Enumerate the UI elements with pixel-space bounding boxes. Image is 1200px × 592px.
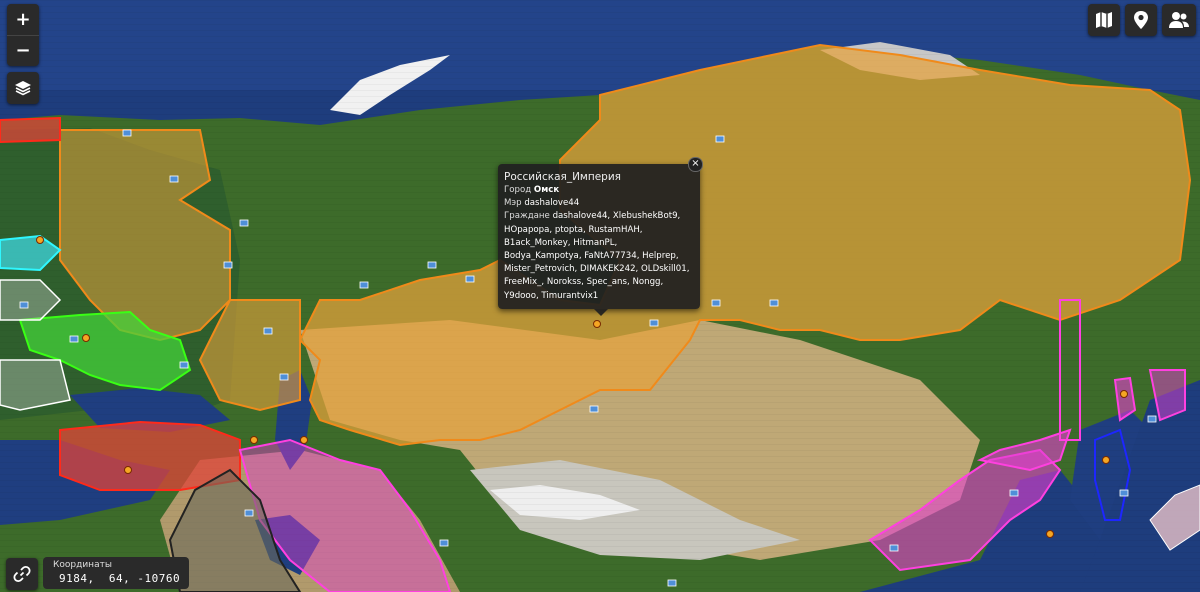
town-marker[interactable] — [1119, 489, 1129, 497]
town-marker[interactable] — [1147, 415, 1157, 423]
town-marker[interactable] — [649, 319, 659, 327]
link-icon — [13, 565, 31, 583]
coordinates-value: 9184, 64, -10760 — [59, 572, 181, 585]
zoom-control: + − — [7, 4, 39, 66]
layers-icon — [15, 81, 31, 96]
capital-marker[interactable] — [300, 436, 308, 444]
mayor-name: dashalove44 — [524, 198, 580, 209]
coordinates-panel: Координаты 9184, 64, -10760 — [43, 557, 189, 589]
copy-link-button[interactable] — [6, 558, 38, 590]
town-marker[interactable] — [122, 129, 132, 137]
capital-marker[interactable] — [82, 334, 90, 342]
town-marker[interactable] — [279, 373, 289, 381]
town-marker[interactable] — [69, 335, 79, 343]
town-marker[interactable] — [239, 219, 249, 227]
town-marker[interactable] — [667, 579, 677, 587]
town-marker[interactable] — [19, 301, 29, 309]
town-marker[interactable] — [715, 135, 725, 143]
red-nation-north[interactable] — [0, 116, 61, 144]
town-marker[interactable] — [263, 327, 273, 335]
town-marker[interactable] — [589, 405, 599, 413]
zoom-out-button[interactable]: − — [7, 34, 39, 67]
capital-marker[interactable] — [124, 466, 132, 474]
town-marker[interactable] — [769, 299, 779, 307]
town-marker[interactable] — [359, 281, 369, 289]
map-icon — [1096, 12, 1112, 28]
popup-tip — [594, 309, 608, 316]
capital-marker[interactable] — [1102, 456, 1110, 464]
town-marker[interactable] — [465, 275, 475, 283]
capital-marker[interactable] — [1046, 530, 1054, 538]
close-popup-button[interactable]: × — [688, 157, 703, 172]
layers-button[interactable] — [7, 72, 39, 104]
residents-label: Граждане — [504, 211, 550, 222]
town-name: Омск — [533, 185, 560, 195]
players-button[interactable] — [1162, 4, 1196, 36]
town-marker[interactable] — [1009, 489, 1019, 497]
town-marker[interactable] — [711, 299, 721, 307]
residents-list: dashalove44, XlebushekBot9, HOpapopa, pt… — [504, 211, 690, 301]
capital-marker[interactable] — [250, 436, 258, 444]
markers-button[interactable] — [1125, 4, 1157, 36]
town-popup: × Российская_Империя Город Омск Мэр dash… — [498, 157, 703, 316]
capital-marker[interactable] — [36, 236, 44, 244]
location-pin-icon — [1134, 11, 1148, 29]
mayor-row: Мэр dashalove44 — [504, 197, 694, 210]
town-marker[interactable] — [889, 544, 899, 552]
capital-marker-omsk[interactable] — [593, 320, 601, 328]
zoom-in-button[interactable]: + — [7, 4, 39, 35]
town-marker[interactable] — [439, 539, 449, 547]
coordinates-label: Координаты — [53, 560, 112, 570]
mayor-label: Мэр — [504, 198, 522, 209]
residents-row: Граждане dashalove44, XlebushekBot9, HOp… — [504, 210, 694, 302]
town-row: Город Омск — [504, 184, 694, 197]
town-marker[interactable] — [244, 509, 254, 517]
players-icon — [1169, 12, 1189, 28]
nation-name: Российская_Империя — [504, 171, 621, 183]
town-marker[interactable] — [223, 261, 233, 269]
town-label: Город — [504, 185, 532, 195]
map-view-button[interactable] — [1088, 4, 1120, 36]
town-marker[interactable] — [179, 361, 189, 369]
capital-marker[interactable] — [1120, 390, 1128, 398]
town-marker[interactable] — [169, 175, 179, 183]
town-marker[interactable] — [427, 261, 437, 269]
